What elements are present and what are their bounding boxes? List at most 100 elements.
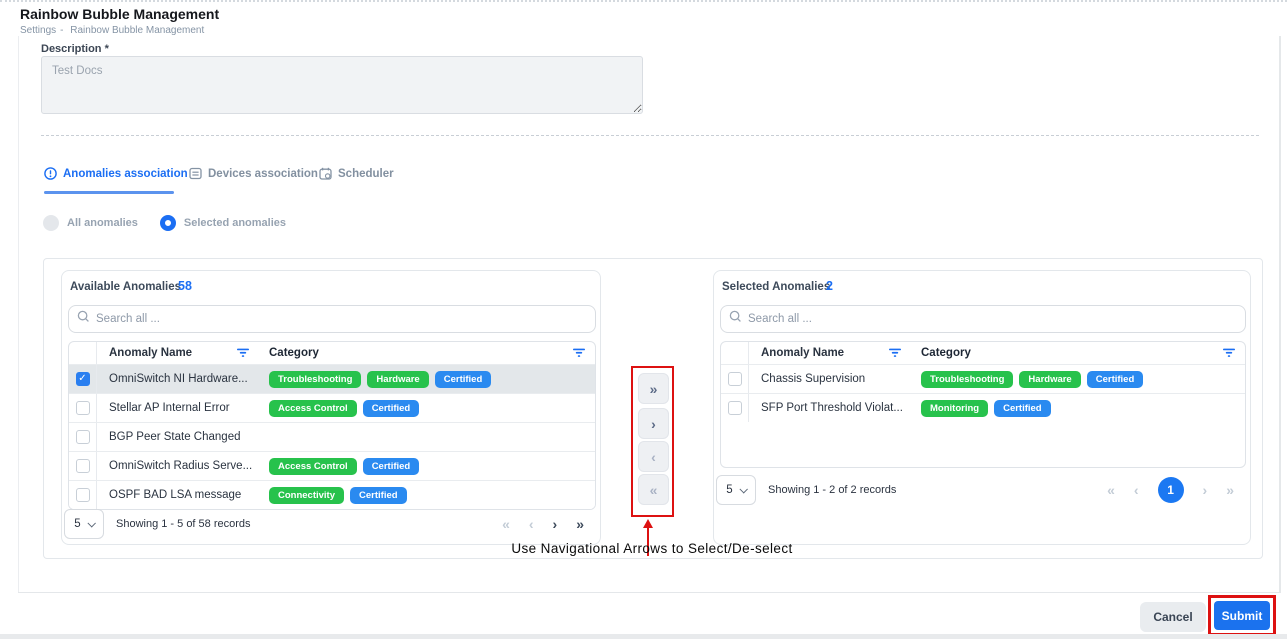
panel-title: Selected Anomalies	[722, 281, 830, 293]
filter-icon[interactable]	[889, 348, 901, 358]
app-window: Rainbow Bubble Management Settings- Rain…	[0, 0, 1287, 639]
row-checkbox-cell	[721, 365, 749, 393]
table-body: ✓OmniSwitch NI Hardware...Troubleshootin…	[69, 364, 595, 509]
available-search[interactable]	[68, 305, 596, 333]
tab-scheduler[interactable]: Scheduler	[319, 167, 394, 180]
table-row[interactable]: OmniSwitch Radius Serve...Access Control…	[69, 451, 595, 480]
search-input[interactable]	[96, 313, 587, 325]
row-checkbox[interactable]	[76, 459, 90, 473]
pager-arrow[interactable]: ‹	[1134, 482, 1139, 498]
table-row[interactable]: Chassis SupervisionTroubleshootingHardwa…	[721, 364, 1245, 393]
row-checkbox-checked[interactable]: ✓	[76, 372, 90, 386]
category-tag: Hardware	[367, 371, 428, 388]
table-row[interactable]: SFP Port Threshold Violat... Monitoring Ce…	[721, 393, 1245, 422]
selected-pagination: 5 Showing 1 - 2 of 2 records « ‹ 1 › »	[716, 475, 1248, 505]
pager-arrow[interactable]: »	[1226, 482, 1234, 498]
annotation-box-transfer-arrows	[631, 366, 674, 517]
anomaly-name: OSPF BAD LSA message	[97, 489, 257, 501]
tab-anomalies-association[interactable]: Anomalies association	[44, 167, 188, 180]
table-row[interactable]: ✓OmniSwitch NI Hardware...Troubleshootin…	[69, 364, 595, 393]
anomaly-name: BGP Peer State Changed	[97, 431, 257, 443]
table-header: Anomaly Name Category	[721, 342, 1245, 364]
category-tag: Monitoring	[921, 400, 988, 417]
category-tags: Monitoring Certified	[909, 400, 1245, 417]
breadcrumb-parent[interactable]: Settings	[20, 25, 56, 36]
search-input[interactable]	[748, 313, 1237, 325]
category-tag: Certified	[363, 400, 420, 417]
radio-all-anomalies[interactable]: All anomalies	[43, 215, 138, 231]
category-tag: Access Control	[269, 458, 357, 475]
row-checkbox[interactable]	[76, 488, 90, 502]
pager-arrow[interactable]: «	[1107, 482, 1115, 498]
row-checkbox[interactable]	[76, 401, 90, 415]
submit-button[interactable]: Submit	[1214, 601, 1270, 630]
category-tag: Certified	[435, 371, 492, 388]
tab-label: Anomalies association	[63, 168, 188, 180]
selected-table: Anomaly Name Category Chassis Supervisio…	[720, 341, 1246, 468]
table-row[interactable]: OSPF BAD LSA messageConnectivityCertifie…	[69, 480, 595, 509]
row-checkbox[interactable]	[76, 430, 90, 444]
records-summary: Showing 1 - 5 of 58 records	[116, 518, 251, 530]
pager-arrow[interactable]: ‹	[529, 516, 534, 532]
tab-label: Devices association	[208, 168, 318, 180]
anomaly-name: Chassis Supervision	[749, 373, 909, 385]
selected-count: 2	[826, 279, 833, 293]
filter-icon[interactable]	[1223, 348, 1235, 358]
row-checkbox[interactable]	[728, 372, 742, 386]
breadcrumb: Settings- Rainbow Bubble Management	[20, 25, 208, 36]
column-anomaly-name: Anomaly Name	[97, 347, 257, 359]
category-tag: Certified	[1087, 371, 1144, 388]
row-checkbox-cell	[69, 481, 97, 509]
search-icon	[729, 310, 742, 328]
radio-label: All anomalies	[67, 217, 138, 229]
cancel-button[interactable]: Cancel	[1140, 602, 1206, 632]
row-checkbox-cell	[69, 394, 97, 422]
description-textarea[interactable]: Test Docs	[41, 56, 643, 114]
table-header: Anomaly Name Category	[69, 342, 595, 364]
table-row[interactable]: Stellar AP Internal ErrorAccess ControlC…	[69, 393, 595, 422]
anomaly-name: Stellar AP Internal Error	[97, 402, 257, 414]
category-tag: Certified	[363, 458, 420, 475]
selected-search[interactable]	[720, 305, 1246, 333]
radio-selected-icon[interactable]	[160, 215, 176, 231]
category-tag: Certified	[994, 400, 1051, 417]
row-checkbox-cell	[69, 452, 97, 480]
radio-selected-anomalies[interactable]: Selected anomalies	[160, 215, 286, 231]
radio-unselected-icon[interactable]	[43, 215, 59, 231]
devices-list-icon	[189, 167, 202, 180]
row-checkbox-cell: ✓	[69, 365, 97, 393]
row-checkbox-cell	[69, 423, 97, 451]
breadcrumb-current: Rainbow Bubble Management	[70, 25, 204, 36]
anomaly-name: SFP Port Threshold Violat...	[749, 402, 909, 414]
column-category: Category	[909, 347, 1245, 359]
page-size-select[interactable]: 5	[716, 475, 756, 505]
pager-arrow[interactable]: «	[502, 516, 510, 532]
category-tag: Troubleshooting	[921, 371, 1013, 388]
column-anomaly-name: Anomaly Name	[749, 347, 909, 359]
active-tab-underline	[44, 191, 174, 194]
page-bottom-edge	[0, 634, 1287, 639]
header-checkbox-cell	[69, 342, 97, 364]
section-divider	[41, 135, 1259, 136]
page-size-select[interactable]: 5	[64, 509, 104, 539]
category-tags: Access ControlCertified	[257, 400, 595, 417]
page-number-active[interactable]: 1	[1158, 477, 1184, 503]
tab-devices-association[interactable]: Devices association	[189, 167, 318, 180]
category-tags: TroubleshootingHardwareCertified	[257, 371, 595, 388]
pager-arrow[interactable]: ›	[1203, 482, 1208, 498]
filter-icon[interactable]	[573, 348, 585, 358]
table-body: Chassis SupervisionTroubleshootingHardwa…	[721, 364, 1245, 422]
filter-icon[interactable]	[237, 348, 249, 358]
table-row[interactable]: BGP Peer State Changed	[69, 422, 595, 451]
header-checkbox-cell	[721, 342, 749, 364]
records-summary: Showing 1 - 2 of 2 records	[768, 484, 896, 496]
pager-arrow[interactable]: »	[576, 516, 584, 532]
chevron-down-icon	[87, 519, 95, 527]
description-label: Description *	[41, 43, 109, 55]
row-checkbox[interactable]	[728, 401, 742, 415]
column-category: Category	[257, 347, 595, 359]
selected-anomalies-panel: Selected Anomalies 2 Anomaly Name	[713, 270, 1251, 545]
available-anomalies-panel: Available Anomalies 58 Anomaly Name	[61, 270, 601, 545]
pager-arrow[interactable]: ›	[553, 516, 558, 532]
annotation-caption: Use Navigational Arrows to Select/De-sel…	[457, 541, 847, 556]
